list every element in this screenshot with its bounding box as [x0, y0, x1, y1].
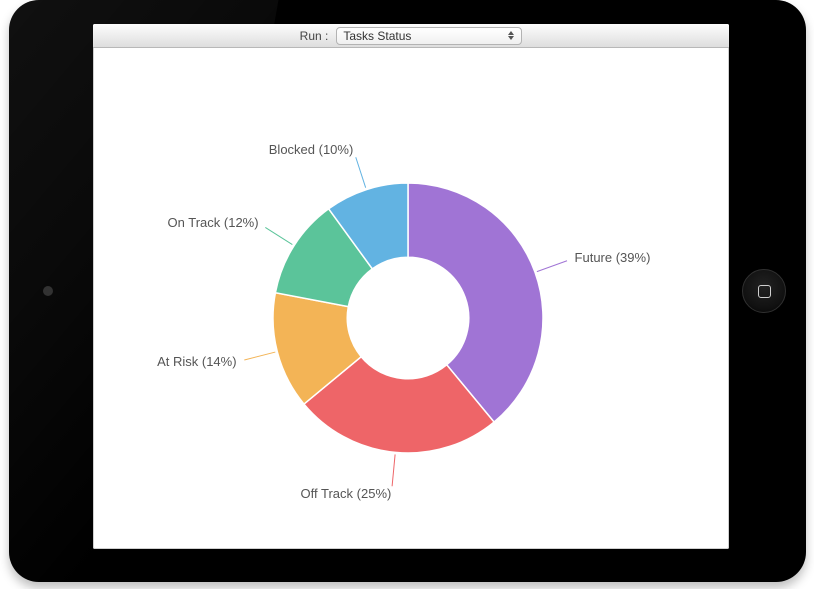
slice-label-at-risk: At Risk (14%): [157, 354, 236, 369]
front-camera: [43, 286, 53, 296]
home-button[interactable]: [742, 269, 786, 313]
leader-line: [537, 261, 567, 272]
toolbar: Run : Tasks Status: [93, 24, 729, 48]
chevron-up-down-icon: [505, 29, 517, 43]
leader-line: [392, 454, 395, 486]
run-label: Run :: [300, 29, 329, 43]
slice-label-off-track: Off Track (25%): [301, 486, 392, 501]
tablet-frame: Run : Tasks Status Future (39%) Off Track…: [9, 0, 806, 582]
app-screen: Run : Tasks Status Future (39%) Off Track…: [93, 24, 729, 549]
slice-label-blocked: Blocked (10%): [269, 142, 354, 157]
slice-label-on-track: On Track (12%): [168, 215, 259, 230]
device-stage: Run : Tasks Status Future (39%) Off Track…: [0, 0, 814, 589]
slice-label-future: Future (39%): [575, 250, 651, 265]
leader-line: [265, 227, 292, 244]
leader-line: [244, 352, 275, 360]
run-select-value: Tasks Status: [343, 29, 411, 43]
leader-line: [356, 157, 366, 187]
run-select[interactable]: Tasks Status: [336, 27, 522, 45]
donut-chart: [93, 48, 729, 549]
home-icon: [758, 285, 771, 298]
chart-area: Future (39%) Off Track (25%) At Risk (14%)…: [93, 48, 729, 549]
